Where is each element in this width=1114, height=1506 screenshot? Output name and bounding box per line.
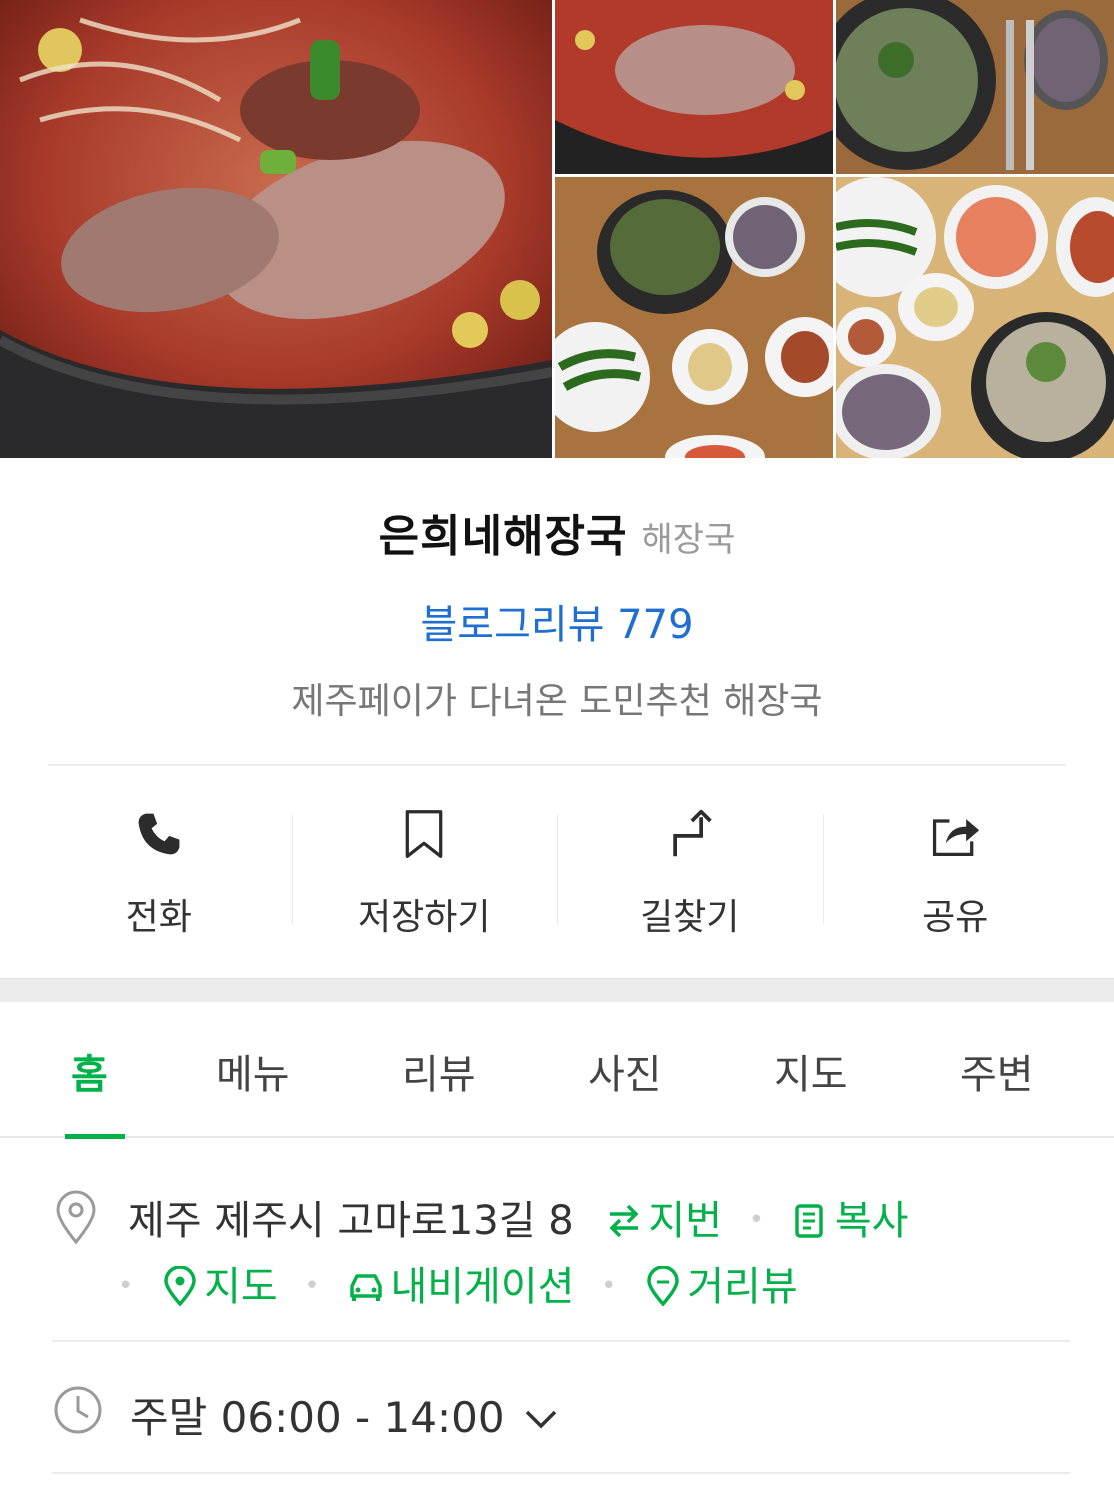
tab-bar: 홈 메뉴 리뷰 사진 지도 주변 — [0, 1002, 1114, 1139]
phone-icon — [138, 813, 180, 855]
separator-dot: • — [304, 1271, 320, 1301]
share-icon — [933, 819, 980, 857]
street-view-icon — [647, 1266, 679, 1306]
divider — [52, 1340, 1070, 1342]
copy-link[interactable]: 복사 — [791, 1198, 909, 1244]
save-button[interactable]: 저장하기 — [291, 800, 558, 940]
bookmark-icon — [405, 810, 443, 858]
active-tab-indicator — [65, 1134, 125, 1139]
main-photo[interactable] — [0, 0, 552, 458]
tab-nearby[interactable]: 주변 — [960, 1042, 1034, 1100]
address-actions: • 지도 • 내비게이션 • 거리뷰 — [118, 1254, 798, 1312]
separator-dot: • — [118, 1271, 134, 1301]
separator-dot: • — [601, 1271, 617, 1301]
divider — [52, 1472, 1070, 1474]
location-pin-icon — [56, 1190, 96, 1244]
place-name: 은희네해장국 — [378, 511, 628, 562]
place-description: 제주페이가 다녀온 도민추천 해장국 — [291, 681, 823, 722]
jibun-link[interactable]: 지번 — [604, 1198, 734, 1244]
map-link[interactable]: 지도 — [160, 1264, 290, 1310]
share-button[interactable]: 공유 — [822, 800, 1089, 940]
clock-icon — [54, 1386, 102, 1434]
section-separator — [0, 978, 1114, 1002]
copy-icon — [795, 1204, 823, 1238]
place-category: 해장국 — [641, 520, 736, 560]
map-pin-icon — [164, 1266, 196, 1306]
tab-reviews[interactable]: 리뷰 — [402, 1042, 476, 1100]
navigation-label: 내비게이션 — [390, 1264, 575, 1310]
save-label: 저장하기 — [358, 897, 491, 938]
chevron-down-icon — [525, 1410, 556, 1429]
photo-5[interactable] — [836, 177, 1114, 458]
map-label: 지도 — [204, 1264, 278, 1310]
place-title-row: 은희네해장국 해장국 — [0, 500, 1114, 564]
directions-label: 길찾기 — [640, 897, 740, 938]
photo-3[interactable] — [836, 0, 1114, 174]
copy-label: 복사 — [834, 1198, 909, 1244]
directions-icon — [673, 809, 712, 857]
swap-arrows-icon — [609, 1204, 639, 1238]
share-label: 공유 — [922, 897, 989, 938]
directions-button[interactable]: 길찾기 — [557, 800, 823, 940]
address-line: 제주 제주시 고마로13길 8 지번 • 복사 — [128, 1188, 908, 1246]
car-icon — [350, 1274, 383, 1301]
photo-2[interactable] — [555, 0, 833, 174]
call-button[interactable]: 전화 — [26, 800, 292, 940]
hours-text: 주말 06:00 - 14:00 — [130, 1393, 505, 1442]
separator-dot: • — [748, 1205, 765, 1235]
tab-map[interactable]: 지도 — [774, 1042, 848, 1100]
street-view-label: 거리뷰 — [687, 1264, 798, 1310]
business-hours[interactable]: 주말 06:00 - 14:00 — [130, 1384, 561, 1445]
tab-menu[interactable]: 메뉴 — [216, 1042, 290, 1100]
photo-gallery[interactable] — [0, 0, 1114, 458]
photo-4[interactable] — [555, 177, 833, 458]
address-text: 제주 제주시 고마로13길 8 — [128, 1198, 574, 1244]
street-view-link[interactable]: 거리뷰 — [643, 1264, 798, 1310]
jibun-label: 지번 — [648, 1198, 723, 1244]
blog-review-link[interactable]: 블로그리뷰 779 — [0, 592, 1114, 650]
navigation-link[interactable]: 내비게이션 — [346, 1264, 587, 1310]
tab-photos[interactable]: 사진 — [588, 1042, 662, 1100]
divider — [48, 764, 1066, 766]
action-bar: 전화 저장하기 길찾기 공유 — [26, 800, 1088, 940]
call-label: 전화 — [125, 897, 192, 938]
tab-home[interactable]: 홈 — [71, 1042, 108, 1100]
